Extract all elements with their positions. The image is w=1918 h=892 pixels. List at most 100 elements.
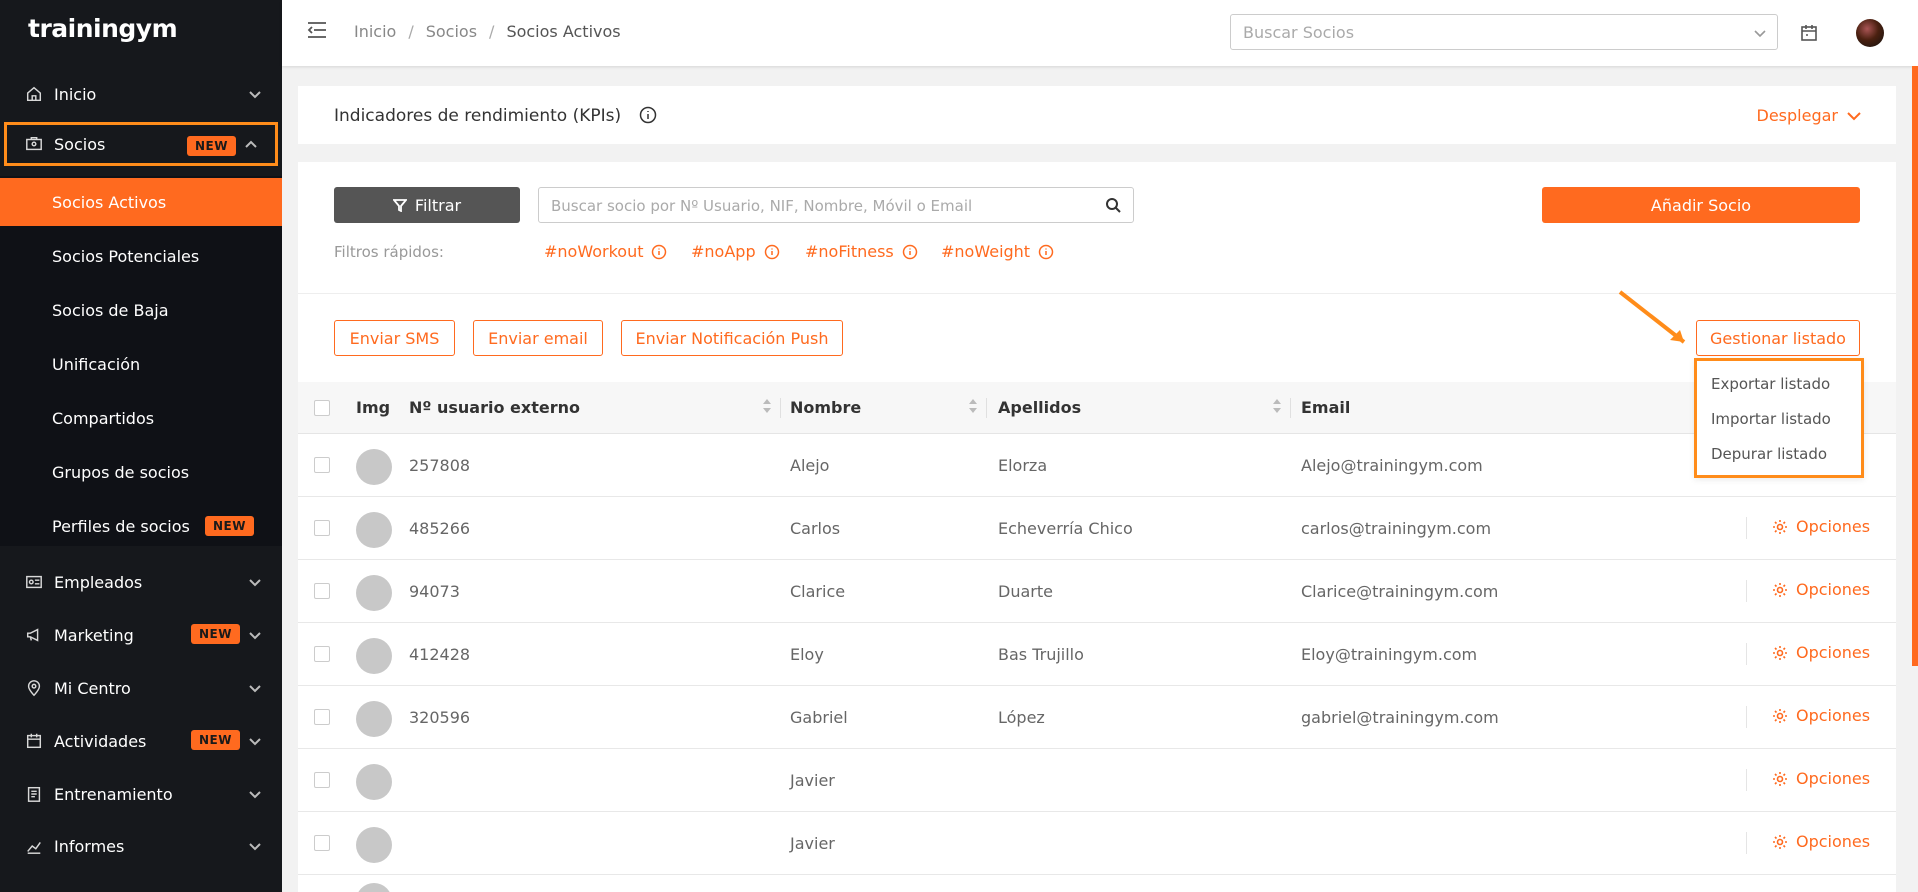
sidebar-subitem-socios-activos[interactable]: Socios Activos: [0, 178, 282, 226]
breadcrumb-socios[interactable]: Socios: [426, 22, 477, 41]
sidebar-subitem-unificacion[interactable]: Unificación: [0, 340, 282, 388]
gear-icon: [1773, 519, 1787, 534]
row-checkbox[interactable]: [314, 457, 330, 473]
cell-nombre: Carlos: [790, 519, 841, 538]
cell-user-id: 94073: [409, 582, 460, 601]
kpi-expand-button[interactable]: Desplegar: [1757, 106, 1862, 125]
sidebar-item-empleados[interactable]: Empleados: [0, 557, 282, 607]
menu-toggle-icon[interactable]: [306, 20, 328, 40]
sort-icon[interactable]: [1272, 398, 1282, 414]
id-card-icon: [24, 134, 44, 154]
column-separator: [1746, 832, 1747, 854]
breadcrumb-current: Socios Activos: [506, 22, 621, 41]
breadcrumb-separator: /: [489, 22, 495, 41]
options-button[interactable]: Opciones: [1772, 706, 1870, 725]
sidebar-item-socios[interactable]: Socios NEW: [4, 122, 278, 166]
select-all-checkbox[interactable]: [314, 400, 330, 416]
search-icon[interactable]: [1105, 197, 1121, 213]
table-row[interactable]: Javier Opciones: [298, 812, 1896, 875]
filter-button[interactable]: Filtrar: [334, 187, 520, 223]
row-checkbox[interactable]: [314, 646, 330, 662]
location-pin-icon: [24, 678, 44, 698]
options-label: Opciones: [1796, 517, 1871, 536]
member-avatar: [356, 701, 392, 737]
sidebar-subitem-socios-baja[interactable]: Socios de Baja: [0, 286, 282, 334]
sidebar-subitem-grupos[interactable]: Grupos de socios: [0, 448, 282, 496]
add-member-button[interactable]: Añadir Socio: [1542, 187, 1860, 223]
options-button[interactable]: Opciones: [1772, 769, 1870, 788]
sidebar-item-label: Mi Centro: [54, 678, 131, 698]
quick-filter-noworkout[interactable]: #noWorkout: [544, 242, 667, 261]
export-list-item[interactable]: Exportar listado: [1711, 375, 1830, 393]
sidebar-item-inicio[interactable]: Inicio: [0, 69, 282, 119]
row-checkbox[interactable]: [314, 835, 330, 851]
member-avatar: [356, 638, 392, 674]
import-list-item[interactable]: Importar listado: [1711, 410, 1831, 428]
cell-user-id: 320596: [409, 708, 471, 727]
quick-filter-noweight[interactable]: #noWeight: [941, 242, 1054, 261]
row-checkbox[interactable]: [314, 520, 330, 536]
cell-user-id: 257808: [409, 456, 471, 475]
row-checkbox[interactable]: [314, 583, 330, 599]
sidebar-item-entrenamiento[interactable]: Entrenamiento: [0, 769, 282, 819]
column-header-nombre[interactable]: Nombre: [790, 398, 861, 417]
column-separator: [1746, 517, 1747, 539]
cell-user-id: 412428: [409, 645, 471, 664]
table-row[interactable]: 257808 Alejo Elorza Alejo@trainingym.com: [298, 434, 1896, 497]
sidebar-item-label: Entrenamiento: [54, 784, 173, 804]
options-button[interactable]: Opciones: [1772, 832, 1870, 851]
manage-list-button[interactable]: Gestionar listado: [1696, 320, 1860, 356]
members-card: Filtrar Buscar socio por Nº Usuario, NIF…: [298, 162, 1896, 892]
table-row[interactable]: Javier Opciones: [298, 749, 1896, 812]
table-row[interactable]: 320596 Gabriel López gabriel@trainingym.…: [298, 686, 1896, 749]
gear-icon: [1773, 645, 1787, 660]
quick-filter-label: #noWeight: [941, 242, 1031, 261]
sidebar-subitem-compartidos[interactable]: Compartidos: [0, 394, 282, 442]
send-sms-button[interactable]: Enviar SMS: [334, 320, 455, 356]
sort-icon[interactable]: [762, 398, 772, 414]
table-row[interactable]: 94073 Clarice Duarte Clarice@trainingym.…: [298, 560, 1896, 623]
clean-list-item[interactable]: Depurar listado: [1711, 445, 1827, 463]
member-search-select[interactable]: Buscar Socios: [1230, 14, 1778, 50]
sidebar-item-mi-centro[interactable]: Mi Centro: [0, 663, 282, 713]
table-row[interactable]: [298, 875, 1896, 892]
quick-filter-nofitness[interactable]: #noFitness: [805, 242, 918, 261]
user-avatar[interactable]: [1856, 19, 1884, 47]
options-button[interactable]: Opciones: [1772, 643, 1870, 662]
quick-filter-noapp[interactable]: #noApp: [691, 242, 780, 261]
column-header-email[interactable]: Email: [1301, 398, 1350, 417]
column-header-apellidos[interactable]: Apellidos: [998, 398, 1081, 417]
table-row[interactable]: 412428 Eloy Bas Trujillo Eloy@trainingym…: [298, 623, 1896, 686]
sidebar-item-label: Actividades: [54, 731, 147, 751]
column-separator: [1746, 706, 1747, 728]
new-badge: NEW: [191, 624, 240, 644]
sidebar-submenu-socios: Socios Activos Socios Potenciales Socios…: [0, 176, 282, 546]
top-header: Inicio / Socios / Socios Activos Buscar …: [282, 0, 1918, 66]
chevron-down-icon: [248, 733, 262, 747]
options-button[interactable]: Opciones: [1772, 580, 1870, 599]
sort-icon[interactable]: [968, 398, 978, 414]
filter-label: Filtrar: [414, 195, 462, 215]
send-email-button[interactable]: Enviar email: [473, 320, 603, 356]
options-button[interactable]: Opciones: [1772, 517, 1870, 536]
sidebar-subitem-socios-potenciales[interactable]: Socios Potenciales: [0, 232, 282, 280]
column-header-img: Img: [356, 398, 391, 417]
sidebar-item-marketing[interactable]: Marketing NEW: [0, 610, 282, 660]
row-checkbox[interactable]: [314, 709, 330, 725]
sidebar-item-actividades[interactable]: Actividades NEW: [0, 716, 282, 766]
page-scrollbar[interactable]: [1912, 66, 1918, 666]
send-push-button[interactable]: Enviar Notificación Push: [621, 320, 843, 356]
sidebar-item-informes[interactable]: Informes: [0, 821, 282, 871]
table-row[interactable]: 485266 Carlos Echeverría Chico carlos@tr…: [298, 497, 1896, 560]
member-search-input[interactable]: Buscar socio por Nº Usuario, NIF, Nombre…: [538, 187, 1134, 223]
sidebar-item-label: Socios: [54, 134, 106, 154]
cell-nombre: Clarice: [790, 582, 846, 601]
calendar-icon[interactable]: [1800, 24, 1818, 42]
column-separator: [986, 398, 987, 418]
row-checkbox[interactable]: [314, 772, 330, 788]
column-separator: [1290, 398, 1291, 418]
column-header-user-id[interactable]: Nº usuario externo: [409, 398, 580, 417]
info-icon[interactable]: [639, 106, 657, 124]
breadcrumb-inicio[interactable]: Inicio: [354, 22, 396, 41]
sidebar-subitem-perfiles[interactable]: Perfiles de socios NEW: [0, 502, 282, 550]
